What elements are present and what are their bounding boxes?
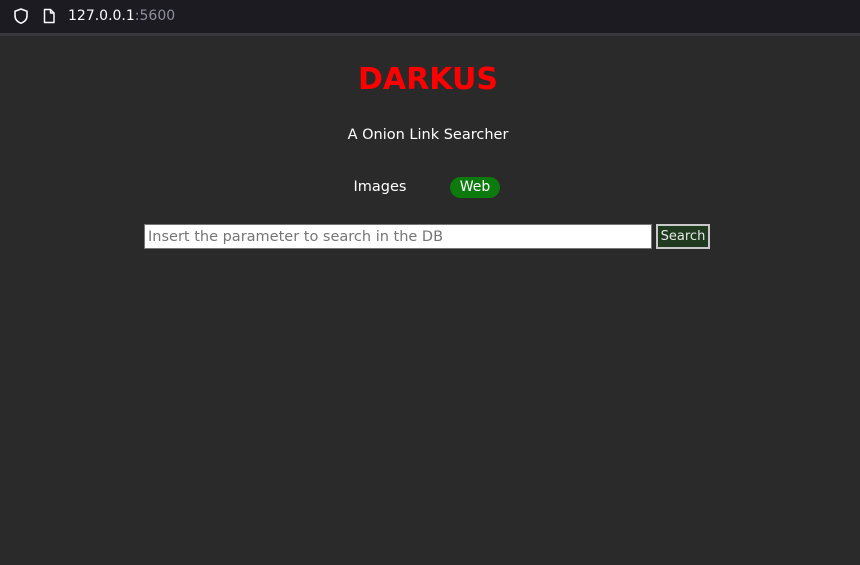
browser-url-bar: 127.0.0.1:5600 [0, 0, 860, 33]
shield-icon[interactable] [12, 7, 30, 25]
url-host: 127.0.0.1 [68, 8, 135, 24]
nav-images-link[interactable]: Images [340, 177, 420, 197]
page-title: DARKUS [358, 62, 498, 97]
url-port: :5600 [134, 8, 176, 24]
search-input[interactable] [144, 224, 652, 249]
page-content: DARKUS A Onion Link Searcher Images Web … [0, 36, 860, 565]
page-subtitle: A Onion Link Searcher [347, 127, 509, 143]
page-icon[interactable] [40, 7, 58, 25]
url-address[interactable]: 127.0.0.1:5600 [68, 7, 175, 25]
search-button[interactable]: Search [656, 224, 710, 249]
nav-web-link[interactable]: Web [450, 177, 500, 198]
